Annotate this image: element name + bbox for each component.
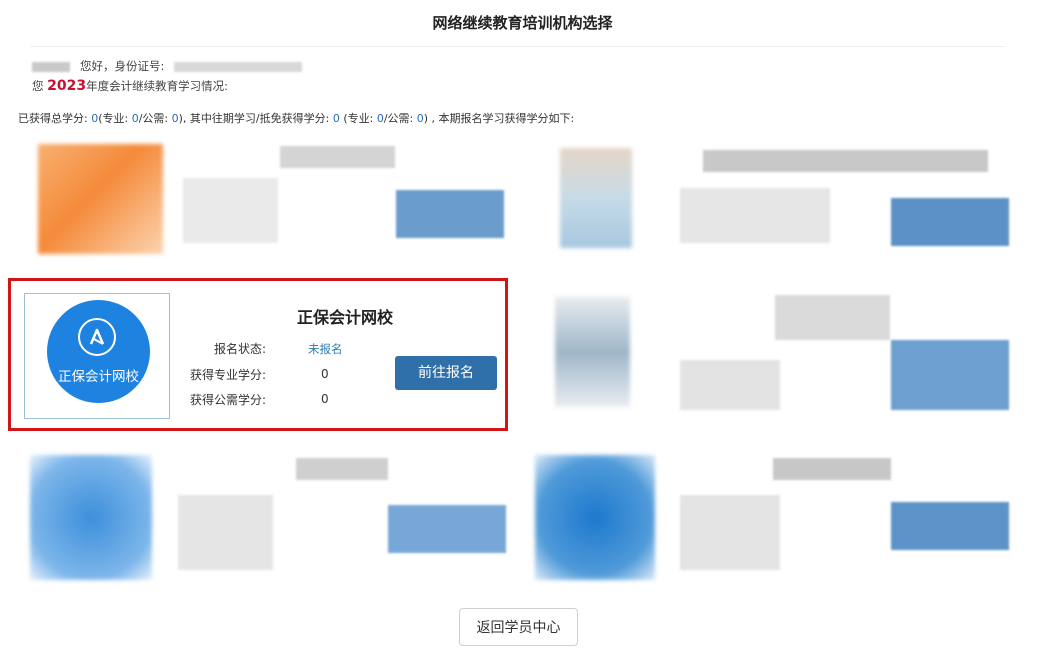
public-credits-value: 0 (321, 392, 329, 406)
professional-credits-value: 0 (321, 367, 329, 381)
greeting-text: 您好，身份证号: (80, 59, 165, 73)
prior-credits: 0 (332, 112, 340, 125)
public-credits-label: 获得公需学分: (189, 393, 266, 407)
professional-credits: 0 (131, 112, 139, 125)
status-value: 未报名 (308, 342, 343, 356)
year-prefix: 您 (32, 79, 44, 93)
redacted-card-5 (515, 440, 1010, 585)
logo-mark-icon (78, 318, 116, 356)
redacted-card-4 (18, 440, 508, 585)
divider (30, 46, 1005, 47)
prior-professional-credits: 0 (376, 112, 384, 125)
prior-public-credits: 0 (416, 112, 424, 125)
redacted-name (32, 61, 70, 72)
year-value: 2023 (47, 78, 87, 94)
credits-summary: 已获得总学分: 0(专业: 0/公需: 0), 其中往期学习/抵免获得学分: 0… (18, 112, 575, 125)
public-credits: 0 (171, 112, 179, 125)
status-label: 报名状态: (213, 342, 266, 356)
year-summary: 您 2023年度会计继续教育学习情况: (32, 78, 228, 94)
year-suffix: 年度会计继续教育学习情况: (86, 79, 228, 93)
professional-credits-label: 获得专业学分: (189, 368, 266, 382)
enroll-button[interactable]: 前往报名 (395, 356, 497, 390)
page-title: 网络继续教育培训机构选择 (432, 14, 613, 32)
user-greeting: 您好，身份证号: (32, 58, 303, 74)
redacted-card-2 (515, 128, 1010, 268)
back-to-student-center-button[interactable]: 返回学员中心 (459, 608, 578, 646)
logo-text: 正保会计网校 (58, 369, 139, 385)
redacted-id-number (174, 61, 303, 72)
institution-name: 正保会计网校 (296, 308, 393, 327)
redacted-card-1 (18, 128, 508, 268)
redacted-card-3 (515, 285, 1010, 425)
